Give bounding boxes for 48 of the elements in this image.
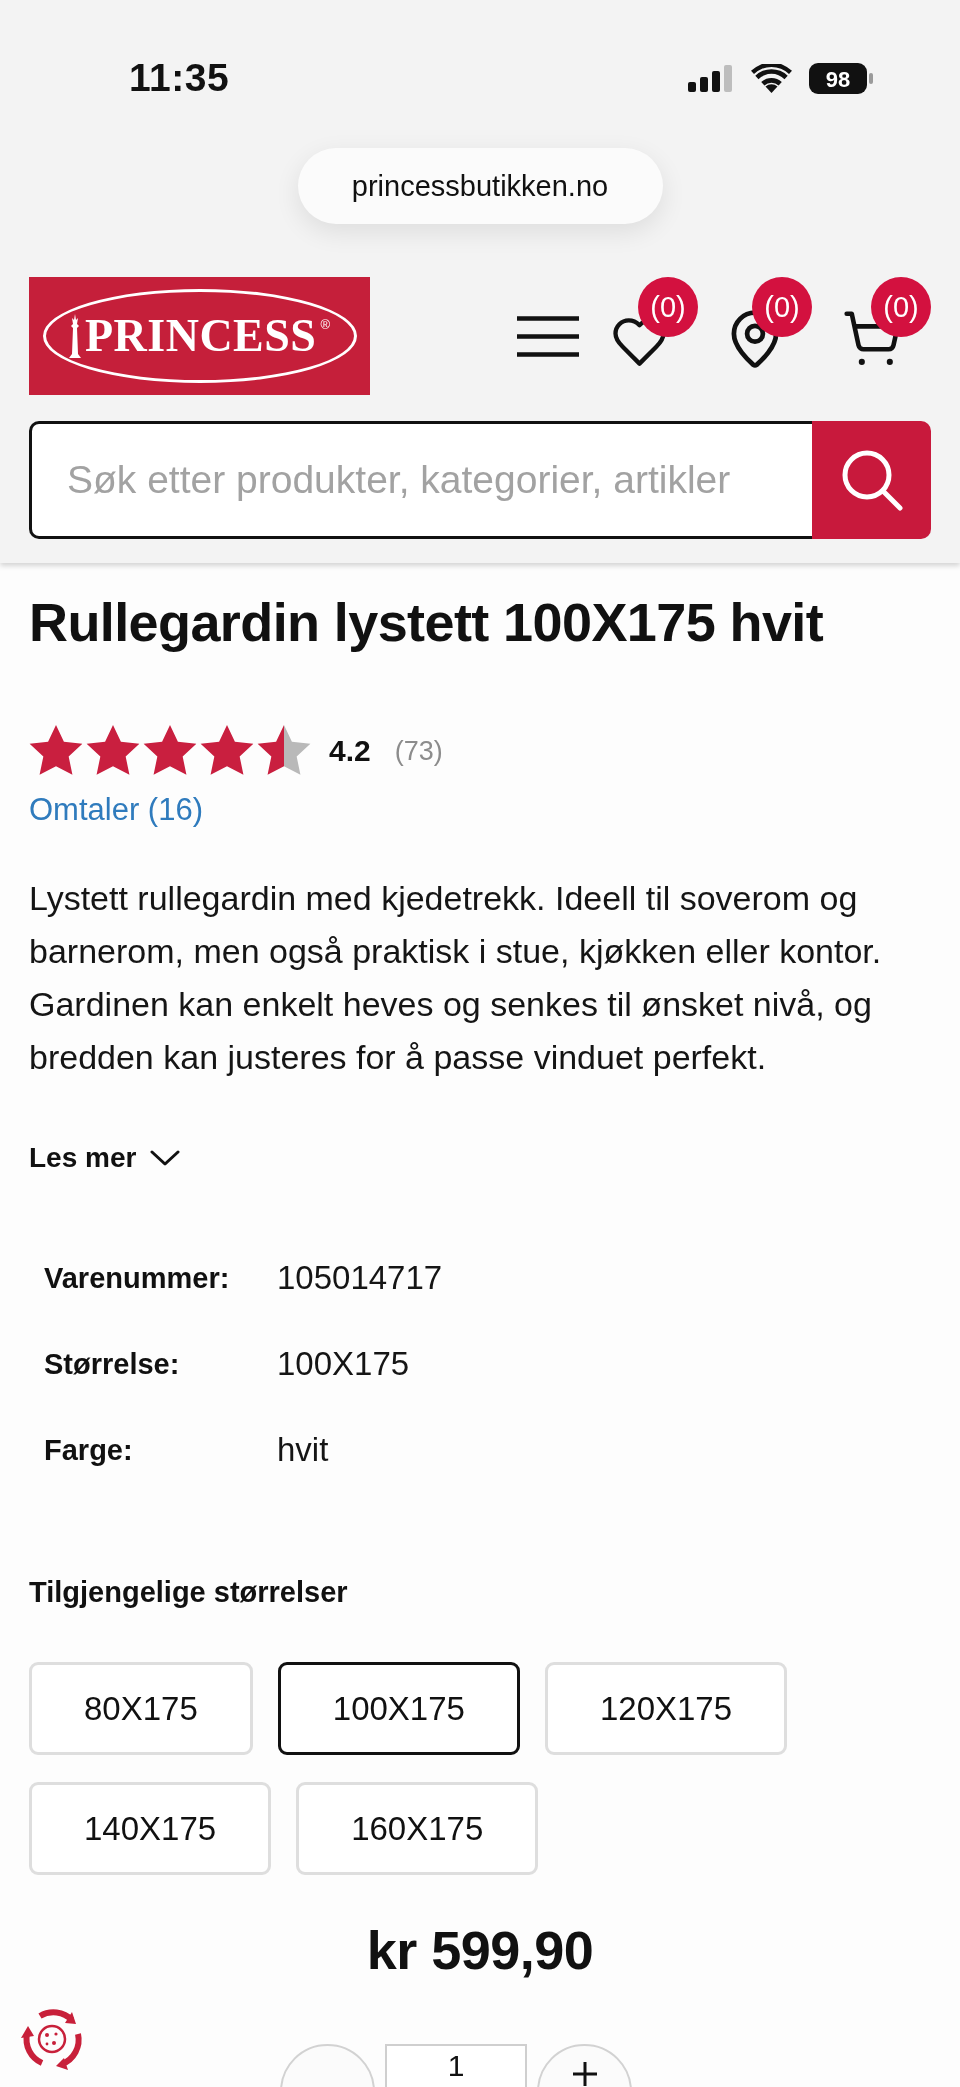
star-icon <box>29 725 83 777</box>
signal-icon <box>688 64 734 92</box>
rating-score: 4.2 <box>329 734 371 768</box>
search-field[interactable]: Søk etter produkter, kategorier, artikler <box>29 421 812 539</box>
status-time: 11:35 <box>129 56 230 100</box>
spec-label: Størrelse: <box>44 1347 180 1381</box>
product-title: Rullegardin lystett 100X175 hvit <box>29 591 825 654</box>
star-icon <box>86 725 140 777</box>
star-icon <box>200 725 254 777</box>
search-button[interactable] <box>812 421 931 539</box>
menu-icon <box>517 316 579 357</box>
rating-count: (73) <box>394 735 443 767</box>
count-badge: (0) <box>752 277 812 337</box>
star-icon <box>143 725 197 777</box>
reviews-link[interactable]: Omtaler (16) <box>29 792 203 828</box>
battery-percentage: 98 <box>825 66 851 92</box>
read-more-button[interactable]: Les mer <box>29 1138 181 1178</box>
wifi-icon <box>751 63 792 93</box>
cart-button[interactable]: (0) <box>844 277 931 368</box>
battery-icon <box>809 62 873 94</box>
store-locator-button[interactable]: (0) <box>730 277 812 368</box>
quantity-field[interactable]: 1 <box>385 2044 527 2087</box>
count-badge: (0) <box>871 277 931 337</box>
plus-icon <box>572 2062 597 2086</box>
sizes-heading: Tilgjengelige størrelser <box>29 1575 349 1610</box>
size-option[interactable]: 100X175 <box>277 1662 520 1755</box>
spec-value: hvit <box>277 1431 329 1469</box>
count-badge: (0) <box>638 277 698 337</box>
size-option[interactable]: 160X175 <box>296 1782 539 1875</box>
size-option[interactable]: 80X175 <box>29 1662 253 1755</box>
logo-text: PRINCESS <box>84 313 317 359</box>
tower-icon <box>68 314 81 358</box>
registered-mark: ® <box>320 318 331 331</box>
size-option[interactable]: 140X175 <box>29 1782 272 1875</box>
size-option[interactable]: 120X175 <box>544 1662 788 1755</box>
spec-value: 100X175 <box>277 1345 410 1383</box>
wishlist-button[interactable]: (0) <box>611 277 698 368</box>
url-bar[interactable]: princessbutikken.no <box>297 148 663 224</box>
star-icon <box>257 725 311 777</box>
spec-label: Varenummer: <box>44 1261 230 1295</box>
logo[interactable]: PRINCESS® <box>29 277 370 395</box>
search-icon <box>840 449 903 511</box>
product-description: Lystett rullegardin med kjedetrekk. Ideell til soverom og barnerom, men også praktisk i stue, kjøkken eller kontor. Gardinen kan enkelt heves og senkes til ønsket nivå, og bredden kan justeres for å passe vinduet perfekt. <box>29 878 883 1078</box>
price: kr 599,90 <box>366 1920 594 1980</box>
chevron-down-icon <box>150 1149 181 1167</box>
menu-button[interactable] <box>517 316 579 357</box>
spec-value: 105014717 <box>277 1259 443 1297</box>
spec-label: Farge: <box>44 1433 133 1467</box>
